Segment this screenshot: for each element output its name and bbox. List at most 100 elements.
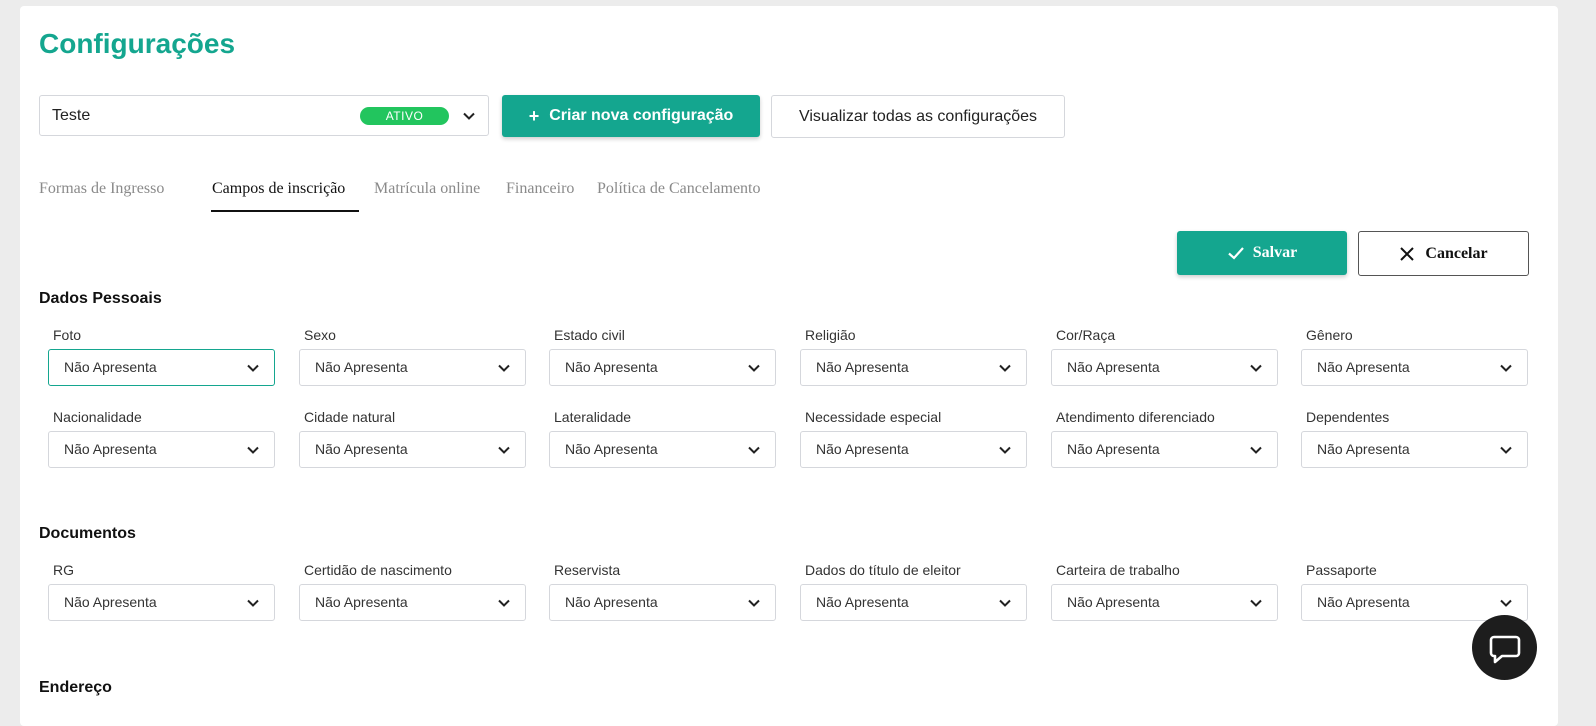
field-label: Religião xyxy=(805,327,856,343)
sexo-select[interactable]: Não Apresenta xyxy=(299,349,526,386)
field-label: Nacionalidade xyxy=(53,409,142,425)
reservista-select[interactable]: Não Apresenta xyxy=(549,584,776,621)
nacionalidade-select[interactable]: Não Apresenta xyxy=(48,431,275,468)
rg-select[interactable]: Não Apresenta xyxy=(48,584,275,621)
select-value: Não Apresenta xyxy=(816,594,909,610)
chevron-down-icon xyxy=(247,446,259,454)
field-label: Necessidade especial xyxy=(805,409,942,425)
page-title: Configurações xyxy=(39,28,236,59)
chevron-down-icon xyxy=(1500,599,1512,607)
passaporte-select[interactable]: Não Apresenta xyxy=(1301,584,1528,621)
cancel-label: Cancelar xyxy=(1425,244,1488,262)
select-value: Não Apresenta xyxy=(315,594,408,610)
chevron-down-icon xyxy=(999,446,1011,454)
cancel-button[interactable]: Cancelar xyxy=(1358,231,1529,276)
configuration-select[interactable]: Teste ATIVO xyxy=(39,95,489,136)
select-value: Não Apresenta xyxy=(565,594,658,610)
select-value: Não Apresenta xyxy=(816,441,909,457)
chat-support-button[interactable] xyxy=(1472,615,1537,680)
section-title-endereco: Endereço xyxy=(39,679,112,696)
tab-campos-de-inscricao[interactable]: Campos de inscrição xyxy=(212,180,345,210)
chevron-down-icon xyxy=(748,446,760,454)
save-button[interactable]: Salvar xyxy=(1177,231,1347,275)
create-configuration-label: Criar nova configuração xyxy=(549,107,734,124)
chevron-down-icon xyxy=(1250,364,1262,372)
status-badge: ATIVO xyxy=(360,107,449,125)
select-value: Não Apresenta xyxy=(315,441,408,457)
field-label: Cor/Raça xyxy=(1056,327,1116,343)
field-label: Carteira de trabalho xyxy=(1056,562,1180,578)
field-label: Estado civil xyxy=(554,327,625,343)
chevron-down-icon xyxy=(999,364,1011,372)
field-label: Dependentes xyxy=(1306,409,1390,425)
field-label: Sexo xyxy=(304,327,336,343)
field-label: Cidade natural xyxy=(304,409,396,425)
select-value: Não Apresenta xyxy=(1317,441,1410,457)
estado-civil-select[interactable]: Não Apresenta xyxy=(549,349,776,386)
chevron-down-icon xyxy=(1250,446,1262,454)
select-value: Não Apresenta xyxy=(1317,359,1410,375)
save-label: Salvar xyxy=(1252,244,1298,261)
tab-politica-de-cancelamento[interactable]: Política de Cancelamento xyxy=(597,180,761,198)
section-title-documentos: Documentos xyxy=(39,525,136,542)
chevron-down-icon xyxy=(748,599,760,607)
field-label: RG xyxy=(53,562,74,578)
chevron-down-icon xyxy=(247,364,259,372)
religiao-select[interactable]: Não Apresenta xyxy=(800,349,1027,386)
tab-financeiro[interactable]: Financeiro xyxy=(506,180,574,198)
atendimento-diferenciado-select[interactable]: Não Apresenta xyxy=(1051,431,1278,468)
create-configuration-button[interactable]: + Criar nova configuração xyxy=(502,95,760,137)
close-icon xyxy=(1400,246,1415,261)
select-value: Não Apresenta xyxy=(1317,594,1410,610)
select-value: Não Apresenta xyxy=(1067,441,1160,457)
select-value: Não Apresenta xyxy=(1067,359,1160,375)
section-title-dados-pessoais: Dados Pessoais xyxy=(39,290,162,307)
cor-raca-select[interactable]: Não Apresenta xyxy=(1051,349,1278,386)
select-value: Não Apresenta xyxy=(565,441,658,457)
select-value: Não Apresenta xyxy=(64,441,157,457)
tab-matricula-online[interactable]: Matrícula online xyxy=(374,180,480,198)
chevron-down-icon xyxy=(1250,599,1262,607)
plus-icon: + xyxy=(528,105,540,126)
tab-formas-de-ingresso[interactable]: Formas de Ingresso xyxy=(39,180,164,198)
field-label: Gênero xyxy=(1306,327,1353,343)
cidade-natural-select[interactable]: Não Apresenta xyxy=(299,431,526,468)
genero-select[interactable]: Não Apresenta xyxy=(1301,349,1528,386)
chevron-down-icon xyxy=(463,112,475,120)
select-value: Não Apresenta xyxy=(315,359,408,375)
carteira-de-trabalho-select[interactable]: Não Apresenta xyxy=(1051,584,1278,621)
main-card: Configurações Teste ATIVO + Criar nova c… xyxy=(20,6,1558,726)
field-label: Reservista xyxy=(554,562,621,578)
chevron-down-icon xyxy=(247,599,259,607)
chevron-down-icon xyxy=(498,364,510,372)
field-label: Foto xyxy=(53,327,82,343)
field-label: Atendimento diferenciado xyxy=(1056,409,1215,425)
check-icon xyxy=(1228,247,1244,260)
titulo-de-eleitor-select[interactable]: Não Apresenta xyxy=(800,584,1027,621)
field-label: Dados do título de eleitor xyxy=(805,562,961,578)
field-label: Lateralidade xyxy=(554,409,632,425)
chat-bubble-icon xyxy=(1489,635,1520,663)
chevron-down-icon xyxy=(498,599,510,607)
select-value: Não Apresenta xyxy=(1067,594,1160,610)
view-all-configurations-button[interactable]: Visualizar todas as configurações xyxy=(771,95,1065,138)
active-tab-indicator xyxy=(211,210,359,212)
select-value: Não Apresenta xyxy=(64,594,157,610)
chevron-down-icon xyxy=(748,364,760,372)
select-value: Não Apresenta xyxy=(64,359,157,375)
dependentes-select[interactable]: Não Apresenta xyxy=(1301,431,1528,468)
select-value: Não Apresenta xyxy=(565,359,658,375)
necessidade-especial-select[interactable]: Não Apresenta xyxy=(800,431,1027,468)
view-all-configurations-label: Visualizar todas as configurações xyxy=(798,107,1038,125)
foto-select[interactable]: Não Apresenta xyxy=(48,349,275,386)
chevron-down-icon xyxy=(1500,364,1512,372)
chevron-down-icon xyxy=(498,446,510,454)
field-label: Passaporte xyxy=(1306,562,1377,578)
configuration-select-value: Teste xyxy=(52,107,91,124)
field-label: Certidão de nascimento xyxy=(304,562,452,578)
chevron-down-icon xyxy=(1500,446,1512,454)
select-value: Não Apresenta xyxy=(816,359,909,375)
lateralidade-select[interactable]: Não Apresenta xyxy=(549,431,776,468)
certidao-de-nascimento-select[interactable]: Não Apresenta xyxy=(299,584,526,621)
chevron-down-icon xyxy=(999,599,1011,607)
